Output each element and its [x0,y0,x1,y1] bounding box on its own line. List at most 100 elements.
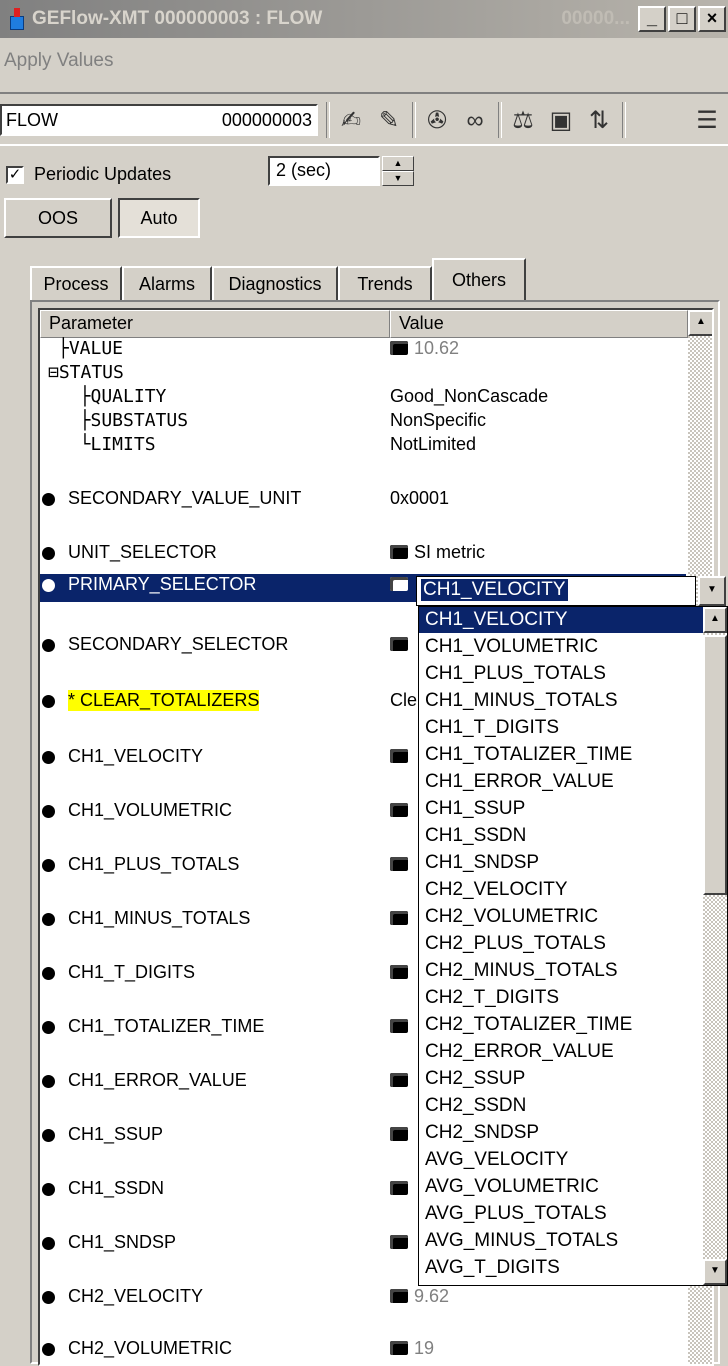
param-row[interactable]: CH2_VOLUMETRIC 19 [40,1338,686,1364]
toolbar: FLOW 000000003 ✍ ✎ ✇ ∞ ⚖ ▣ ⇅ ☰ [0,92,728,146]
bullet-icon [42,967,55,980]
dropdown-option[interactable]: AVG_T_DIGITS [419,1255,703,1281]
tree-row[interactable]: ⊟STATUS [40,362,686,388]
tab-alarms[interactable]: Alarms [122,266,212,300]
param-row[interactable]: UNIT_SELECTOR SI metric [40,542,686,568]
dropdown-option[interactable]: CH1_MINUS_TOTALS [419,688,703,714]
chevron-down-icon[interactable]: ▼ [698,576,726,606]
toolbar-separator [326,102,330,138]
bullet-icon [42,913,55,926]
spin-up-icon[interactable]: ▲ [382,156,414,171]
tag-id: 000000003 [221,109,312,130]
periodic-updates-checkbox[interactable]: ✓ [6,166,24,184]
title-bar: GEFlow-XMT 000000003 : FLOW 00000... _ □… [0,0,728,38]
dropdown-option[interactable]: CH1_SNDSP [419,850,703,876]
list-icon[interactable]: ☰ [692,106,722,136]
toolbar-separator [498,102,502,138]
dropdown-option[interactable]: CH2_ERROR_VALUE [419,1039,703,1065]
param-value: 19 [414,1338,435,1358]
tab-trends[interactable]: Trends [338,266,432,300]
dropdown-option[interactable]: CH2_VOLUMETRIC [419,904,703,930]
param-name: CH1_SSDN [68,1178,165,1198]
tree-row[interactable]: └LIMITS NotLimited [40,434,686,460]
param-name: CH1_SNDSP [68,1232,177,1252]
value-icon [390,857,408,871]
tag-field[interactable]: FLOW 000000003 [0,104,318,136]
param-name: ├QUALITY [58,386,167,407]
value-icon [390,577,408,591]
tab-others[interactable]: Others [432,258,526,300]
param-value: SI metric [414,542,486,562]
scale-icon[interactable]: ⚖ [508,106,538,136]
tree-row[interactable]: ├SUBSTATUS NonSpecific [40,410,686,436]
param-name: ├SUBSTATUS [58,410,189,431]
bullet-icon [42,579,55,592]
dropdown-option[interactable]: CH2_T_DIGITS [419,985,703,1011]
bullet-icon [42,1237,55,1250]
param-row[interactable]: CH2_VELOCITY 9.62 [40,1286,686,1312]
scroll-up-icon[interactable]: ▲ [688,310,712,336]
param-name: PRIMARY_SELECTOR [68,574,257,594]
param-name: ├VALUE [58,338,124,359]
dropdown-option[interactable]: AVG_VELOCITY [419,1147,703,1173]
param-name: SECONDARY_VALUE_UNIT [68,488,302,508]
update-interval-field[interactable]: 2 (sec) [268,156,380,186]
column-header-parameter[interactable]: Parameter [40,310,390,338]
dropdown-option[interactable]: CH1_VOLUMETRIC [419,634,703,660]
primary-selector-combo[interactable]: CH1_VELOCITY [416,576,696,606]
dropdown-option[interactable]: CH2_SSDN [419,1093,703,1119]
value-icon [390,1019,408,1033]
dropdown-option[interactable]: CH2_TOTALIZER_TIME [419,1012,703,1038]
param-name: CH1_TOTALIZER_TIME [68,1016,265,1036]
tree-row[interactable]: ├QUALITY Good_NonCascade [40,386,686,412]
menu-bar: Apply Values [0,50,114,84]
menu-apply-values[interactable]: Apply Values [4,50,114,71]
dropdown-option[interactable]: CH1_T_DIGITS [419,715,703,741]
dropdown-option[interactable]: CH2_VELOCITY [419,877,703,903]
transfer-icon[interactable]: ⇅ [584,106,614,136]
scroll-down-icon[interactable]: ▼ [703,1259,727,1285]
param-name: CH1_ERROR_VALUE [68,1070,247,1090]
minimize-button[interactable]: _ [638,6,666,32]
dropdown-option[interactable]: CH1_SSDN [419,823,703,849]
dropdown-option[interactable]: AVG_MINUS_TOTALS [419,1228,703,1254]
scroll-thumb[interactable] [703,635,727,895]
oos-button[interactable]: OOS [4,198,112,238]
value-icon [390,1181,408,1195]
pencil-icon[interactable]: ✎ [374,106,404,136]
dropdown-scrollbar[interactable]: ▲ ▼ [703,607,727,1285]
view-icon[interactable]: ∞ [460,106,490,136]
calculator-icon[interactable]: ▣ [546,106,576,136]
param-row[interactable]: SECONDARY_VALUE_UNIT 0x0001 [40,488,686,514]
param-name: CH1_VOLUMETRIC [68,800,233,820]
dropdown-option[interactable]: CH1_TOTALIZER_TIME [419,742,703,768]
search-settings-icon[interactable]: ✇ [422,106,452,136]
auto-button[interactable]: Auto [118,198,200,238]
tab-process[interactable]: Process [30,266,122,300]
maximize-button[interactable]: □ [668,6,696,32]
dropdown-option[interactable]: CH1_PLUS_TOTALS [419,661,703,687]
tab-diagnostics[interactable]: Diagnostics [212,266,338,300]
dropdown-option[interactable]: AVG_PLUS_TOTALS [419,1201,703,1227]
spin-down-icon[interactable]: ▼ [382,171,414,186]
scroll-up-icon[interactable]: ▲ [703,607,727,633]
value-icon [390,1127,408,1141]
tag-name: FLOW [6,109,58,130]
tree-row[interactable]: ├VALUE 10.62 [40,338,686,364]
dropdown-option[interactable]: CH2_SNDSP [419,1120,703,1146]
write-icon[interactable]: ✍ [336,106,366,136]
dropdown-option[interactable]: CH1_SSUP [419,796,703,822]
dropdown-option[interactable]: CH1_ERROR_VALUE [419,769,703,795]
param-name: └LIMITS [58,434,156,455]
dropdown-option[interactable]: CH2_PLUS_TOTALS [419,931,703,957]
column-header-value[interactable]: Value [390,310,688,338]
combo-selected-text: CH1_VELOCITY [421,579,568,601]
param-name: ⊟STATUS [48,362,124,383]
dropdown-option[interactable]: AVG_VOLUMETRIC [419,1174,703,1200]
dropdown-option[interactable]: CH2_MINUS_TOTALS [419,958,703,984]
primary-selector-dropdown[interactable]: CH1_VELOCITY CH1_VOLUMETRIC CH1_PLUS_TOTAL… [418,606,728,1286]
close-button[interactable]: × [698,6,726,32]
dropdown-option[interactable]: CH2_SSUP [419,1066,703,1092]
value-icon [390,637,408,651]
dropdown-option[interactable]: CH1_VELOCITY [419,607,703,633]
